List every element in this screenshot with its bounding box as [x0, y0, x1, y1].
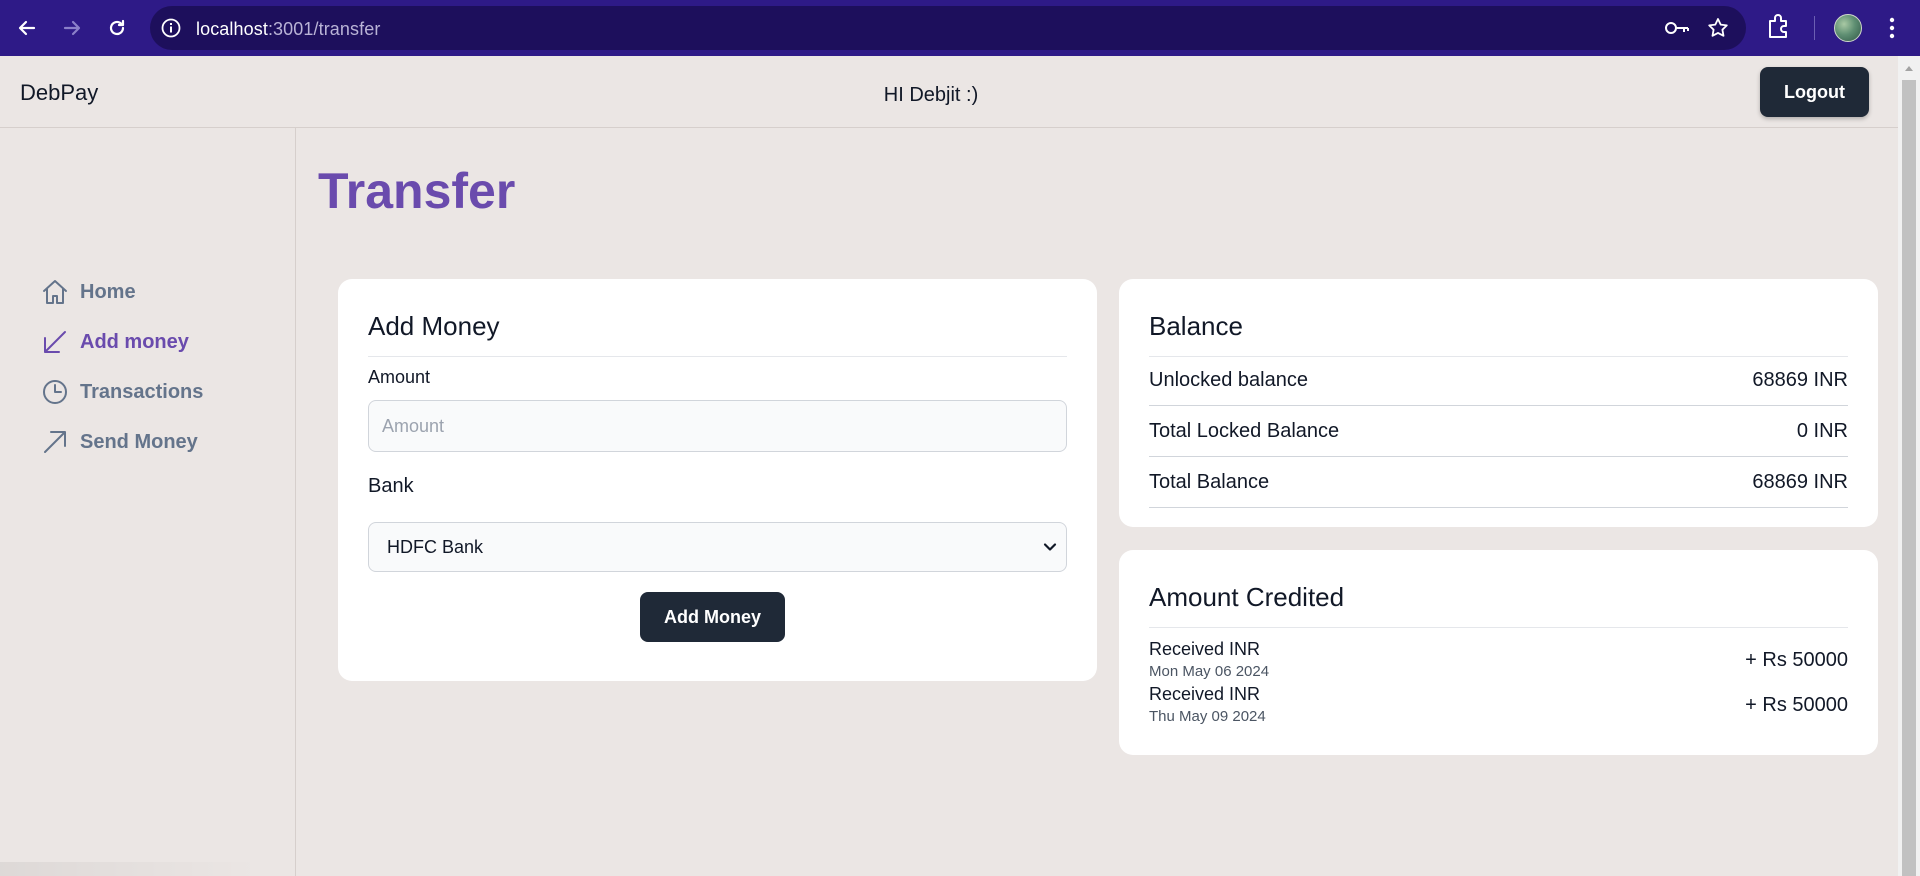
logout-button[interactable]: Logout	[1760, 67, 1869, 117]
transaction-date: Thu May 09 2024	[1149, 708, 1266, 725]
arrow-down-left-icon	[40, 327, 70, 357]
app-header: DebPay HI Debjit :) Logout	[0, 56, 1898, 128]
chevron-down-icon	[1043, 543, 1057, 551]
greeting-text: HI Debjit :)	[883, 84, 979, 106]
card-title: Balance	[1149, 311, 1848, 357]
balance-label: Unlocked balance	[1149, 369, 1308, 391]
balance-row-total: Total Balance 68869 INR	[1149, 457, 1848, 508]
forward-button[interactable]	[56, 12, 88, 44]
transaction-title: Received INR	[1149, 684, 1261, 704]
sidebar-item-home[interactable]: Home	[40, 277, 136, 307]
browser-toolbar: localhost:3001/transfer	[0, 0, 1920, 56]
transaction-title: Received INR	[1149, 639, 1261, 659]
arrow-right-icon	[63, 20, 81, 36]
key-icon[interactable]	[1664, 17, 1690, 39]
scrollbar-thumb[interactable]	[1902, 80, 1916, 876]
address-bar[interactable]: localhost:3001/transfer	[150, 6, 1746, 50]
list-item: Received INR Mon May 06 2024 + Rs 50000	[1149, 639, 1848, 683]
list-item: Received INR Thu May 09 2024 + Rs 50000	[1149, 684, 1848, 728]
page-title: Transfer	[318, 163, 516, 219]
kebab-menu-icon[interactable]	[1884, 14, 1900, 42]
sidebar-item-send-money[interactable]: Send Money	[40, 427, 198, 457]
balance-value: 68869 INR	[1752, 369, 1848, 391]
bottom-edge-shadow	[0, 862, 260, 876]
amount-input[interactable]	[368, 400, 1067, 452]
extensions-icon[interactable]	[1766, 13, 1792, 41]
sidebar-item-label: Send Money	[80, 430, 198, 453]
page-scrollbar[interactable]	[1898, 56, 1920, 876]
amount-label: Amount	[368, 367, 431, 387]
sidebar: Home Add money Transactions Send Money	[0, 128, 296, 876]
balance-row-unlocked: Unlocked balance 68869 INR	[1149, 355, 1848, 406]
profile-avatar[interactable]	[1834, 14, 1862, 42]
bank-label: Bank	[368, 475, 414, 497]
home-icon	[40, 277, 70, 307]
transaction-amount: + Rs 50000	[1745, 649, 1848, 671]
card-title: Amount Credited	[1149, 582, 1848, 628]
bookmark-star-icon[interactable]	[1706, 16, 1730, 40]
sidebar-item-label: Add money	[80, 330, 189, 353]
card-title: Add Money	[368, 311, 1067, 357]
balance-value: 0 INR	[1796, 420, 1848, 442]
balance-label: Total Balance	[1149, 471, 1270, 493]
reload-icon	[109, 19, 125, 36]
add-money-button[interactable]: Add Money	[640, 592, 785, 642]
back-button[interactable]	[11, 12, 43, 44]
transaction-amount: + Rs 50000	[1745, 694, 1848, 716]
url-path: :3001/transfer	[267, 19, 381, 39]
amount-credited-card: Amount Credited Received INR Mon May 06 …	[1119, 550, 1878, 755]
balance-label: Total Locked Balance	[1149, 420, 1340, 442]
toolbar-divider	[1814, 16, 1815, 40]
bank-select[interactable]: HDFC Bank	[368, 522, 1067, 572]
scroll-up-arrow-icon[interactable]	[1904, 64, 1914, 72]
sidebar-item-add-money[interactable]: Add money	[40, 327, 189, 357]
balance-row-locked: Total Locked Balance 0 INR	[1149, 406, 1848, 457]
sidebar-item-label: Transactions	[80, 380, 204, 403]
transaction-date: Mon May 06 2024	[1149, 663, 1270, 680]
add-money-card: Add Money Amount Bank HDFC Bank Add Mone…	[338, 279, 1097, 681]
site-info-icon[interactable]	[160, 17, 182, 39]
clock-icon	[40, 377, 70, 407]
url-host: localhost	[196, 19, 268, 39]
arrow-left-icon	[18, 20, 36, 36]
sidebar-item-label: Home	[80, 280, 136, 303]
url-text[interactable]: localhost:3001/transfer	[196, 19, 380, 40]
sidebar-item-transactions[interactable]: Transactions	[40, 377, 203, 407]
reload-button[interactable]	[101, 12, 133, 44]
bank-selected-value: HDFC Bank	[387, 536, 484, 557]
arrow-up-right-icon	[40, 427, 70, 457]
balance-value: 68869 INR	[1752, 471, 1848, 493]
balance-card: Balance Unlocked balance 68869 INR Total…	[1119, 279, 1878, 527]
